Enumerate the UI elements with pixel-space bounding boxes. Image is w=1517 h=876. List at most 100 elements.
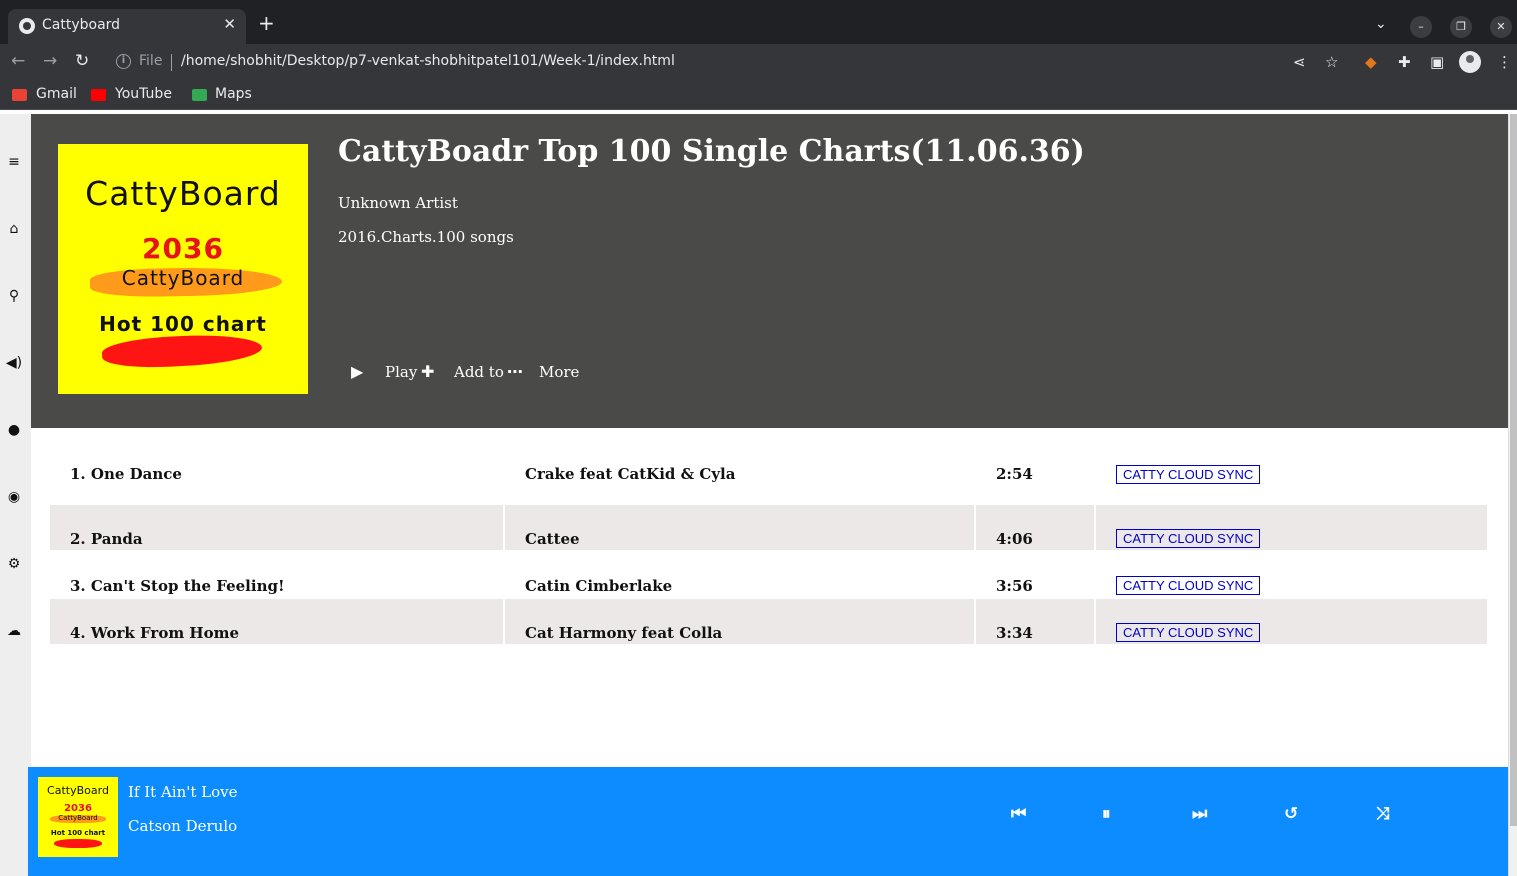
catty-cloud-sync-button[interactable]: CATTY CLOUD SYNC [1116,576,1261,595]
app-page: ≡ ⌂ ⚲ ◀) ● ◉ ⚙ ☁ CattyBoard 2036 CattyBo… [0,114,1517,876]
track-duration: 4:06 [976,505,1094,550]
profile-avatar[interactable] [1459,51,1481,73]
catty-cloud-sync-button[interactable]: CATTY CLOUD SYNC [1116,529,1261,548]
side-panel-icon[interactable]: ▣ [1430,53,1444,71]
globe-icon [19,18,35,34]
next-icon[interactable]: ⏭ [1192,804,1207,824]
bookmark-youtube[interactable]: YouTube [115,86,172,102]
album-artist: Unknown Artist [338,194,458,212]
cover-hot-label: Hot 100 chart [99,312,267,336]
extensions-icon[interactable]: ✚ [1398,53,1411,71]
mini-cover-red-brush [54,839,102,848]
url-text[interactable]: /home/shobhit/Desktop/p7-venkat-shobhitp… [181,53,675,69]
album-header: CattyBoard 2036 CattyBoard Hot 100 chart… [31,114,1508,428]
bookmark-maps[interactable]: Maps [215,86,252,102]
soundcloud-icon[interactable]: ☁ [5,623,23,641]
close-tab-icon[interactable]: ✕ [223,15,236,33]
bookmark-star-icon[interactable]: ☆ [1325,53,1338,71]
scrollbar-thumb[interactable] [1510,114,1517,826]
play-icon[interactable]: ▶ [351,362,363,381]
cover-red-brush [101,331,263,371]
minimize-button[interactable]: – [1410,16,1432,38]
shuffle-icon[interactable]: ⤨ [1376,804,1390,824]
more-button[interactable]: More [539,363,579,381]
plus-icon[interactable]: ✚ [421,362,434,381]
track-sync-cell: CATTY CLOUD SYNC [1096,552,1487,597]
forward-icon[interactable]: → [43,51,57,71]
add-to-button[interactable]: Add to [454,363,504,381]
table-row[interactable]: 2. Panda Cattee 4:06 CATTY CLOUD SYNC [50,505,1487,552]
mini-cover-hot-label: Hot 100 chart [50,829,106,837]
track-artist: Cattee [505,505,974,550]
track-title: 3. Can't Stop the Feeling! [70,577,285,595]
url-scheme: File [139,53,163,69]
pause-icon[interactable]: ⏸ [1102,804,1111,824]
browser-toolbar: ← → ↻ i File /home/shobhit/Desktop/p7-ve… [0,44,1517,80]
previous-icon[interactable]: ⏮ [1011,804,1026,824]
new-tab-button[interactable]: + [258,13,275,33]
now-playing-title: If It Ain't Love [128,783,238,801]
track-sync-cell: CATTY CLOUD SYNC [1096,599,1487,644]
cover-title: CattyBoard [85,174,281,213]
track-sync-cell: CATTY CLOUD SYNC [1096,505,1487,550]
album-meta: 2016.Charts.100 songs [338,228,514,246]
window-close-button[interactable]: ✕ [1490,16,1512,38]
tab-search-icon[interactable]: ⌄ [1375,16,1387,32]
cover-subtitle: CattyBoard [121,266,245,290]
mini-cover-subtitle: CattyBoard [58,814,98,822]
share-icon[interactable]: ⋖ [1293,53,1306,71]
track-sync-cell: CATTY CLOUD SYNC [1096,458,1487,503]
player-bar: CattyBoard 2036 CattyBoard Hot 100 chart… [28,767,1508,876]
metamask-icon[interactable]: ◆ [1365,53,1377,71]
track-artist: Cat Harmony feat Colla [505,599,974,644]
track-artist: Catin Cimberlake [525,577,673,595]
bookmark-gmail[interactable]: Gmail [36,86,77,102]
home-icon[interactable]: ⌂ [5,221,23,239]
now-playing-artist: Catson Derulo [128,817,238,835]
track-duration: 2:54 [996,465,1033,483]
catty-cloud-sync-button[interactable]: CATTY CLOUD SYNC [1116,465,1261,484]
url-separator [171,54,172,71]
page-scrollbar[interactable] [1508,114,1517,876]
album-title: CattyBoadr Top 100 Single Charts(11.06.3… [338,134,1085,169]
mini-cover-title: CattyBoard [47,784,109,797]
track-title: 1. One Dance [70,465,182,483]
youtube-icon [91,89,106,101]
maps-icon [192,89,207,101]
table-row[interactable]: 4. Work From Home Cat Harmony feat Colla… [50,599,1487,646]
browser-tab[interactable]: Cattyboard ✕ [8,9,246,44]
gmail-icon [12,89,27,101]
track-table: 1. One Dance Crake feat CatKid & Cyla 2:… [50,458,1487,646]
reload-icon[interactable]: ↻ [75,51,89,71]
track-title: 4. Work From Home [50,599,503,644]
track-artist: Crake feat CatKid & Cyla [525,465,736,483]
sidebar: ≡ ⌂ ⚲ ◀) ● ◉ ⚙ ☁ [0,114,31,876]
bookmarks-bar: Gmail YouTube Maps [0,80,1517,110]
cover-year: 2036 [142,232,224,265]
track-title: 2. Panda [50,505,503,550]
album-cover: CattyBoard 2036 CattyBoard Hot 100 chart [58,144,308,394]
now-playing-cover: CattyBoard 2036 CattyBoard Hot 100 chart [38,777,118,857]
browser-titlebar: Cattyboard ✕ + ⌄ – ❐ ✕ [0,0,1517,44]
search-icon[interactable]: ⚲ [5,288,23,306]
track-duration: 3:34 [976,599,1094,644]
table-row[interactable]: 1. One Dance Crake feat CatKid & Cyla 2:… [50,458,1487,505]
menu-kebab-icon[interactable]: ⋮ [1497,53,1512,71]
user-icon[interactable]: ● [5,422,23,440]
catty-cloud-sync-button[interactable]: CATTY CLOUD SYNC [1116,623,1261,642]
table-row[interactable]: 3. Can't Stop the Feeling! Catin Cimberl… [50,552,1487,599]
menu-icon[interactable]: ≡ [5,154,23,172]
play-button[interactable]: Play [385,363,417,381]
tab-title: Cattyboard [42,17,121,33]
restore-button[interactable]: ❐ [1450,16,1472,38]
back-icon[interactable]: ← [11,51,25,71]
address-bar[interactable]: i File /home/shobhit/Desktop/p7-venkat-s… [108,47,1348,77]
track-duration: 3:56 [996,577,1033,595]
settings-gear-icon[interactable]: ⚙ [5,556,23,574]
volume-icon[interactable]: ◀) [5,355,23,373]
mini-cover-year: 2036 [64,803,92,814]
info-icon[interactable]: i [116,54,131,69]
ellipsis-icon[interactable]: ⋯ [507,362,523,381]
repeat-icon[interactable]: ↺ [1284,804,1298,824]
spotify-icon[interactable]: ◉ [5,489,23,507]
